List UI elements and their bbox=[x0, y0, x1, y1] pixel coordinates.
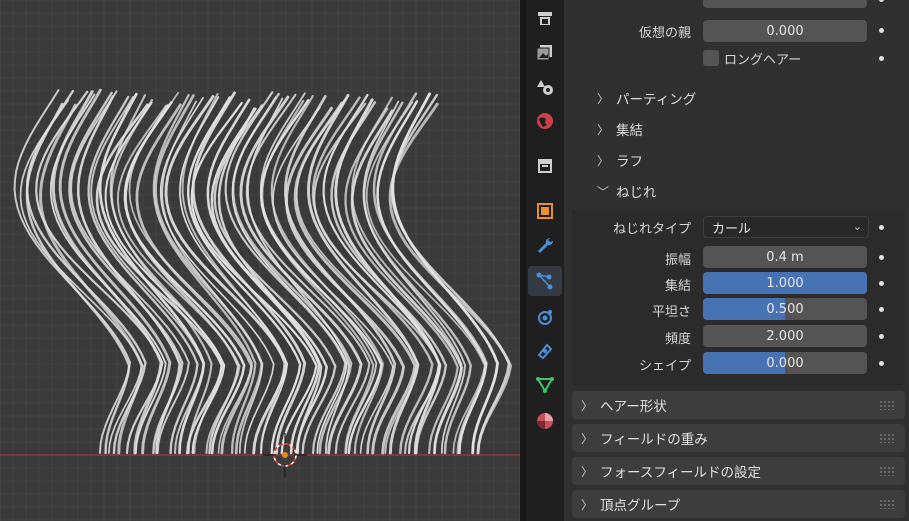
subpanel-clump[interactable]: 〉 集結 bbox=[596, 119, 643, 140]
drag-handle-icon[interactable] bbox=[879, 433, 895, 443]
subpanel-kink-label: ねじれ bbox=[616, 185, 657, 201]
panel-hair-shape-label: ヘアー形状 bbox=[600, 399, 667, 415]
animate-dot[interactable] bbox=[879, 0, 884, 2]
tab-particles[interactable] bbox=[528, 266, 562, 296]
drag-handle-icon[interactable] bbox=[879, 466, 895, 476]
3d-viewport[interactable] bbox=[0, 0, 520, 521]
chevron-right-icon: 〉 bbox=[596, 153, 609, 168]
modifier-icon bbox=[538, 237, 554, 253]
amplitude-keyframe-dot[interactable] bbox=[879, 255, 884, 260]
properties-tabs bbox=[526, 0, 564, 521]
panel-field-weights-label: フィールドの重み bbox=[600, 432, 708, 448]
drag-handle-icon[interactable] bbox=[879, 499, 895, 509]
kink-type-keyframe-dot[interactable] bbox=[879, 225, 884, 230]
flatness-field[interactable]: 0.500 bbox=[703, 298, 867, 320]
amplitude-label: 振幅 bbox=[664, 253, 691, 268]
tab-constraints[interactable] bbox=[528, 336, 562, 366]
subpanel-roughness[interactable]: 〉 ラフ bbox=[596, 150, 643, 171]
virtual-parent-keyframe-dot[interactable] bbox=[879, 28, 884, 33]
kink-type-value: カール bbox=[712, 221, 752, 237]
chevron-down-icon: 〉 bbox=[595, 184, 610, 197]
viewport-overlay bbox=[0, 433, 520, 477]
material-icon bbox=[537, 413, 553, 429]
amplitude-field[interactable]: 0.4 m bbox=[703, 246, 867, 268]
tab-object[interactable] bbox=[528, 196, 562, 226]
chevron-right-icon: 〉 bbox=[580, 431, 593, 446]
virtual-parent-label: 仮想の親 bbox=[638, 26, 691, 41]
data-icon bbox=[536, 377, 554, 393]
view-layer-icon bbox=[536, 45, 552, 61]
collection-icon bbox=[538, 159, 552, 173]
chevron-right-icon: 〉 bbox=[580, 464, 593, 479]
constraints-icon bbox=[537, 343, 553, 360]
physics-icon bbox=[538, 310, 552, 325]
chevron-down-icon: ⌄ bbox=[852, 220, 862, 233]
properties-panel: 仮想の親 0.000 ロングヘアー 〉 パーティング 〉 集結 〉 ラフ 〉 ね… bbox=[564, 0, 909, 521]
frequency-field[interactable]: 2.000 bbox=[703, 325, 867, 347]
flatness-keyframe-dot[interactable] bbox=[879, 307, 884, 312]
tab-collection[interactable] bbox=[528, 150, 562, 180]
long-hair-checkbox[interactable] bbox=[703, 50, 719, 66]
kink-type-dropdown[interactable]: カール ⌄ bbox=[703, 216, 869, 238]
drag-handle-icon[interactable] bbox=[879, 400, 895, 410]
shape-keyframe-dot[interactable] bbox=[879, 361, 884, 366]
subpanel-roughness-label: ラフ bbox=[616, 154, 643, 170]
chevron-right-icon: 〉 bbox=[580, 398, 593, 413]
clump-keyframe-dot[interactable] bbox=[879, 281, 884, 286]
subpanel-parting-label: パーティング bbox=[616, 92, 697, 108]
scene-icon bbox=[537, 80, 553, 95]
panel-field-weights[interactable]: 〉 フィールドの重み bbox=[572, 424, 905, 452]
shape-label: シェイプ bbox=[638, 359, 691, 374]
subpanel-clump-label: 集結 bbox=[616, 123, 643, 139]
subpanel-kink[interactable]: 〉 ねじれ bbox=[596, 181, 657, 201]
panel-vertex-groups-label: 頂点グループ bbox=[600, 498, 681, 514]
tab-modifier[interactable] bbox=[528, 230, 562, 260]
tab-material[interactable] bbox=[528, 406, 562, 436]
tab-scene[interactable] bbox=[528, 72, 562, 102]
output-icon bbox=[538, 12, 552, 25]
chevron-right-icon: 〉 bbox=[596, 122, 609, 137]
clump-field[interactable]: 1.000 bbox=[703, 272, 867, 294]
frequency-label: 頻度 bbox=[664, 332, 691, 347]
object-icon bbox=[537, 203, 553, 219]
clipped-field[interactable] bbox=[703, 0, 867, 8]
subpanel-parting[interactable]: 〉 パーティング bbox=[596, 88, 697, 109]
particles-icon bbox=[536, 272, 553, 290]
panel-hair-shape[interactable]: 〉 ヘアー形状 bbox=[572, 391, 905, 419]
tab-view-layer[interactable] bbox=[528, 38, 562, 68]
long-hair-label: ロングヘアー bbox=[724, 53, 802, 68]
tab-physics[interactable] bbox=[528, 302, 562, 332]
clump-label: 集結 bbox=[664, 279, 691, 294]
frequency-keyframe-dot[interactable] bbox=[879, 334, 884, 339]
panel-force-field-settings[interactable]: 〉 フォースフィールドの設定 bbox=[572, 457, 905, 485]
3d-cursor-icon[interactable] bbox=[263, 433, 307, 477]
tab-output[interactable] bbox=[528, 4, 562, 34]
chevron-right-icon: 〉 bbox=[596, 91, 609, 106]
panel-vertex-groups[interactable]: 〉 頂点グループ bbox=[572, 490, 905, 518]
kink-type-label: ねじれタイプ bbox=[612, 222, 691, 237]
shape-field[interactable]: 0.000 bbox=[703, 352, 867, 374]
panel-force-field-settings-label: フォースフィールドの設定 bbox=[600, 465, 762, 481]
tab-data[interactable] bbox=[528, 370, 562, 400]
long-hair-keyframe-dot[interactable] bbox=[879, 56, 884, 61]
world-icon bbox=[537, 113, 553, 129]
virtual-parent-field[interactable]: 0.000 bbox=[703, 20, 867, 42]
tab-world[interactable] bbox=[528, 106, 562, 136]
flatness-label: 平坦さ bbox=[651, 305, 691, 320]
chevron-right-icon: 〉 bbox=[580, 497, 593, 512]
